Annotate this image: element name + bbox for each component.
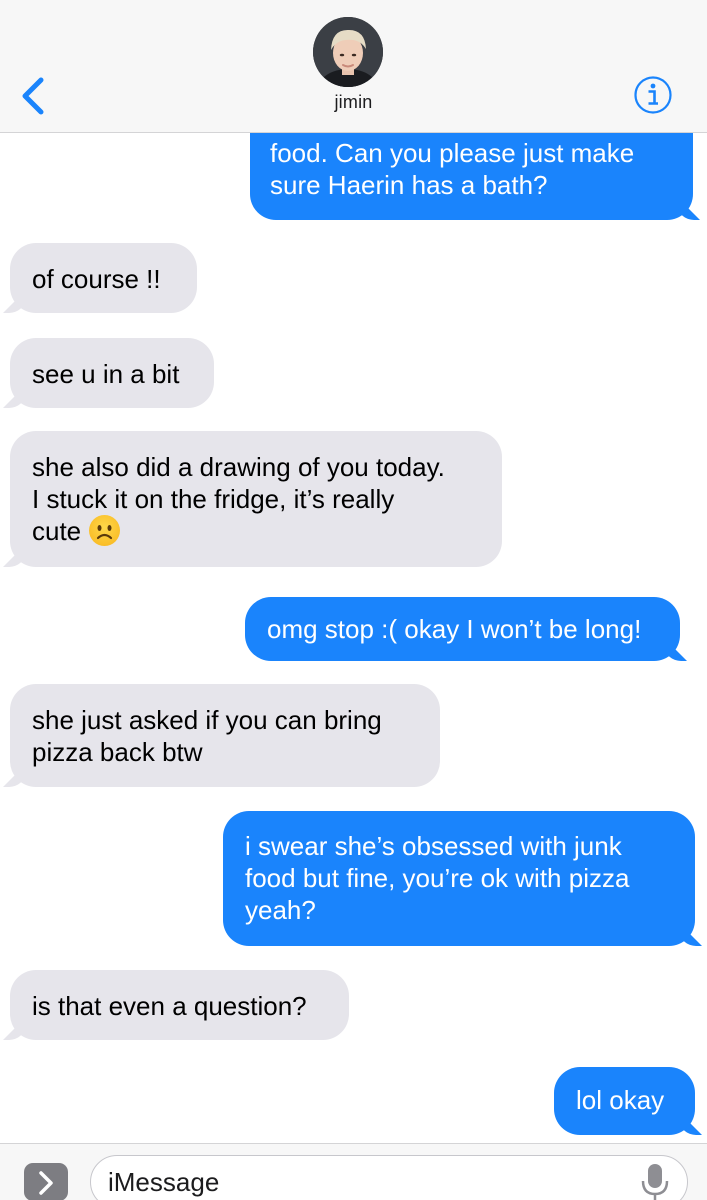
message-bubble-outgoing[interactable]: lol okay bbox=[554, 1067, 695, 1135]
message-bubble-incoming[interactable]: of course !! bbox=[10, 243, 197, 313]
avatar-photo bbox=[313, 17, 383, 87]
message-bubble-incoming[interactable]: is that even a question? bbox=[10, 970, 349, 1040]
message-bubble-outgoing[interactable]: omg stop :( okay I won’t be long! bbox=[245, 597, 680, 661]
imessage-input[interactable] bbox=[90, 1155, 688, 1200]
apps-button[interactable] bbox=[24, 1163, 68, 1200]
conversation-header: jimin bbox=[0, 0, 707, 133]
microphone-icon bbox=[641, 1164, 669, 1200]
frowning-face-emoji-icon bbox=[89, 515, 121, 546]
message-bubble-incoming[interactable]: she just asked if you can bring pizza ba… bbox=[10, 684, 440, 787]
microphone-button[interactable] bbox=[638, 1162, 672, 1200]
contact-avatar[interactable] bbox=[313, 17, 383, 87]
chevron-right-icon bbox=[39, 1171, 53, 1195]
message-bubble-incoming[interactable]: she also did a drawing of you today. I s… bbox=[10, 431, 502, 567]
compose-bar bbox=[0, 1143, 707, 1200]
contact-name[interactable]: jimin bbox=[0, 92, 707, 113]
info-button[interactable] bbox=[633, 75, 673, 115]
message-bubble-incoming[interactable]: see u in a bit bbox=[10, 338, 214, 408]
message-thread: food. Can you please just make sure Haer… bbox=[0, 0, 707, 1200]
info-circle-icon bbox=[634, 76, 672, 114]
message-bubble-outgoing[interactable]: i swear she’s obsessed with junk food bu… bbox=[223, 811, 695, 946]
